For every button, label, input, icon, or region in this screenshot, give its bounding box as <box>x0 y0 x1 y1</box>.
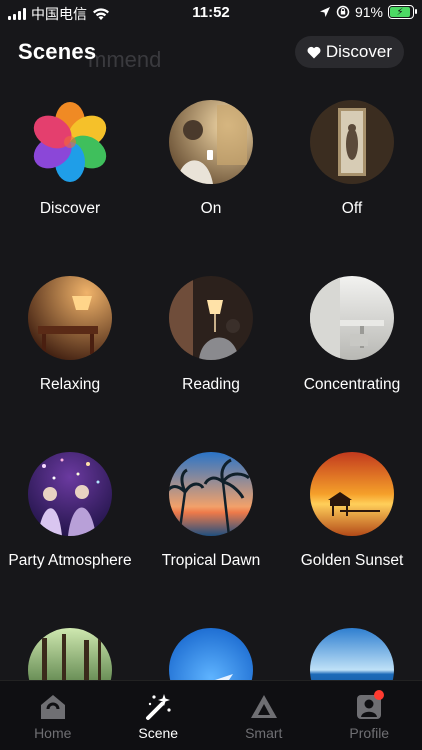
page-title: Scenes <box>18 39 97 64</box>
scene-image-tropical-dawn <box>169 452 253 536</box>
scene-image-off <box>310 100 394 184</box>
scene-tile-golden-sunset[interactable]: Golden Sunset <box>282 452 422 602</box>
scene-tile-sky[interactable] <box>141 628 281 680</box>
scene-tile-reading[interactable]: Reading <box>141 276 281 426</box>
discover-flower-icon <box>33 102 107 182</box>
location-arrow-icon <box>319 7 330 17</box>
scene-image-forest <box>28 628 112 680</box>
scenes-grid: Discover On Off Relaxing Reading Concent… <box>0 100 422 680</box>
discover-button-label: Discover <box>325 42 392 61</box>
notification-badge <box>373 690 384 700</box>
status-right: 91% ⚡ <box>319 4 417 20</box>
home-icon <box>40 695 65 719</box>
tab-bar: Home Scene Smart Profile <box>0 680 422 750</box>
tab-label: Smart <box>245 725 283 741</box>
scene-label: Party Atmosphere <box>8 552 132 569</box>
scene-tile-forest[interactable] <box>0 628 140 680</box>
scene-image-relaxing <box>28 276 112 360</box>
scene-tile-off[interactable]: Off <box>282 100 422 250</box>
tab-label: Scene <box>138 725 179 741</box>
scene-image-golden-sunset <box>310 452 394 536</box>
scene-label: On <box>200 200 222 217</box>
orientation-lock-icon <box>336 5 350 19</box>
scene-tile-concentrating[interactable]: Concentrating <box>282 276 422 426</box>
scene-label: Golden Sunset <box>300 552 404 569</box>
tab-profile[interactable]: Profile <box>317 681 422 750</box>
status-bar: 中国电信 11:52 91% ⚡ <box>0 0 422 26</box>
battery-icon: ⚡ <box>388 5 417 19</box>
tab-home[interactable]: Home <box>0 681 106 750</box>
scene-image-concentrating <box>310 276 394 360</box>
tab-label: Profile <box>349 725 390 741</box>
scene-image-on <box>169 100 253 184</box>
scene-tile-discover[interactable]: Discover <box>0 100 140 250</box>
scene-image-ocean <box>310 628 394 680</box>
tab-scene[interactable]: Scene <box>106 681 212 750</box>
scene-image-reading <box>169 276 253 360</box>
scene-label: Off <box>341 200 363 217</box>
scene-label: Tropical Dawn <box>161 552 261 569</box>
heart-icon <box>307 46 321 58</box>
magic-wand-icon <box>146 694 171 720</box>
scene-tile-ocean[interactable] <box>282 628 422 680</box>
scene-tile-party-atmosphere[interactable]: Party Atmosphere <box>0 452 140 602</box>
tab-smart[interactable]: Smart <box>211 681 317 750</box>
header: mmend Scenes Discover <box>0 30 422 74</box>
scene-label: Reading <box>182 376 240 393</box>
discover-button[interactable]: Discover <box>294 36 404 68</box>
scene-tile-on[interactable]: On <box>141 100 281 250</box>
scene-tile-relaxing[interactable]: Relaxing <box>0 276 140 426</box>
battery-percent: 91% <box>354 4 383 20</box>
background-ghost-text: mmend <box>88 47 162 72</box>
scene-image-sky <box>169 628 253 680</box>
smart-icon <box>250 695 277 718</box>
scene-label: Relaxing <box>39 376 101 393</box>
scene-tile-tropical-dawn[interactable]: Tropical Dawn <box>141 452 281 602</box>
scene-label: Concentrating <box>303 376 401 393</box>
scene-label: Discover <box>39 200 101 217</box>
tab-label: Home <box>34 725 72 741</box>
scene-image-party <box>28 452 112 536</box>
